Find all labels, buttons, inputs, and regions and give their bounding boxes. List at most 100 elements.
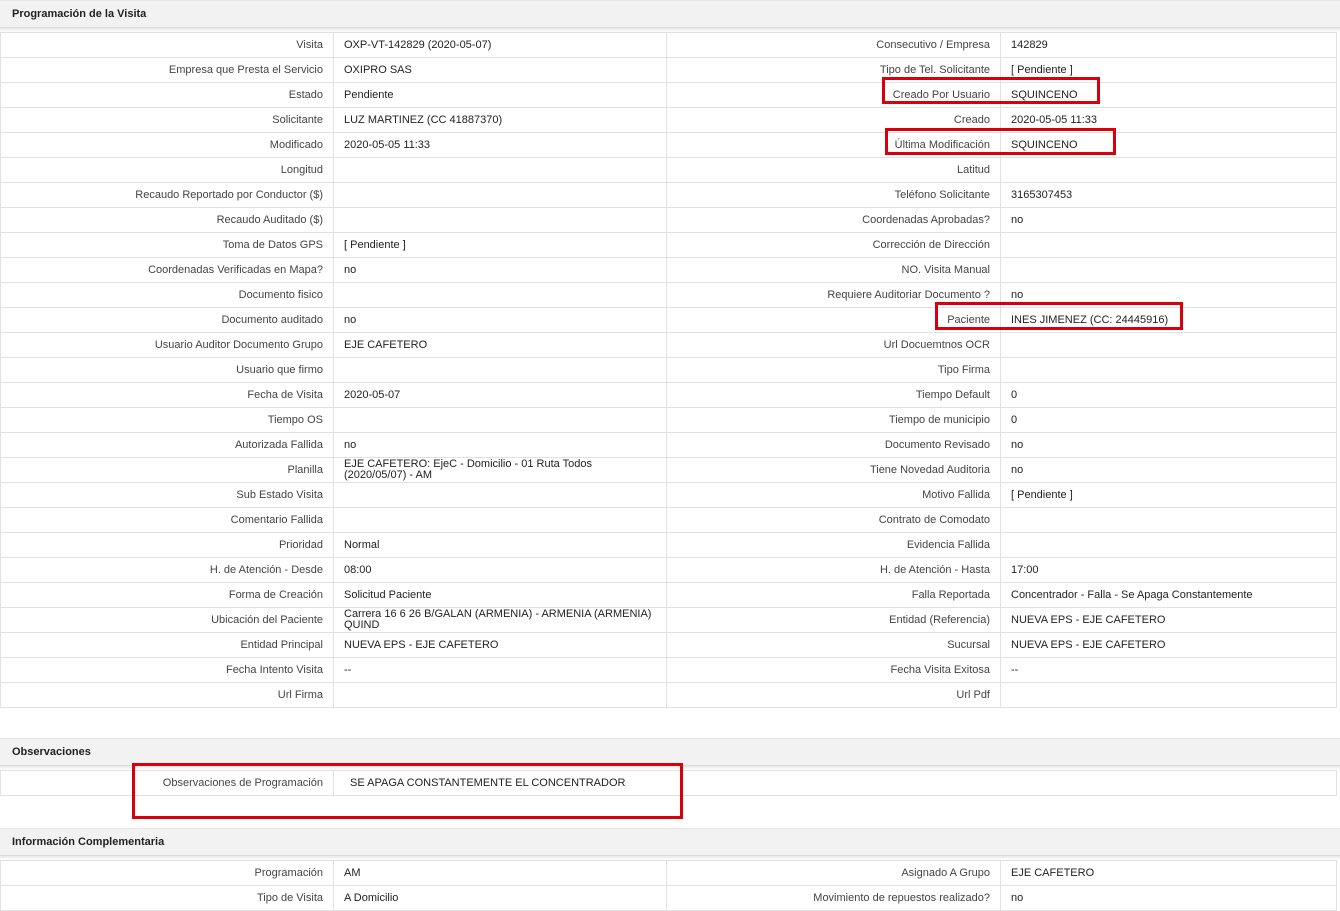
field-value: NUEVA EPS - EJE CAFETERO: [1000, 632, 1337, 658]
field-value: [1000, 357, 1337, 383]
field-value: SQUINCENO: [1000, 132, 1337, 158]
field-value: [333, 507, 667, 533]
table-row: Documento auditado no Paciente INES JIMENE…: [0, 307, 1337, 333]
field-value: OXP-VT-142829 (2020-05-07): [333, 32, 667, 58]
field-value: 2020-05-07: [333, 382, 667, 408]
field-value: [1000, 332, 1337, 358]
table-row: Recaudo Reportado por Conductor ($) Teléf…: [0, 182, 1337, 208]
table-row: Fecha Intento Visita -- Fecha Visita Exit…: [0, 657, 1337, 683]
observaciones-header: Observaciones: [0, 738, 1340, 766]
field-label: Tiene Novedad Auditoria: [666, 457, 1001, 483]
field-label: Url Docuemtnos OCR: [666, 332, 1001, 358]
table-row: Sub Estado Visita Motivo Fallida[ Pendien…: [0, 482, 1337, 508]
field-value: 0: [1000, 382, 1337, 408]
field-label: Url Pdf: [666, 682, 1001, 708]
table-row: Estado Pendiente Creado Por Usuario SQUINCE…: [0, 82, 1337, 108]
field-value: [333, 182, 667, 208]
field-value: no: [1000, 432, 1337, 458]
field-label: Requiere Auditoriar Documento ?: [666, 282, 1001, 308]
table-row: Coordenadas Verificadas en Mapa? no NO. V…: [0, 257, 1337, 283]
field-value: EJE CAFETERO: [333, 332, 667, 358]
table-row: Visita OXP-VT-142829 (2020-05-07) Consecut…: [0, 32, 1337, 58]
field-label: Coordenadas Verificadas en Mapa?: [0, 257, 334, 283]
field-label: Fecha de Visita: [0, 382, 334, 408]
field-label: H. de Atención - Hasta: [666, 557, 1001, 583]
field-label: Tiempo de municipio: [666, 407, 1001, 433]
field-label: Programación: [0, 860, 334, 886]
field-label: Prioridad: [0, 532, 334, 558]
field-label: Movimiento de repuestos realizado?: [666, 885, 1001, 911]
field-value: [1000, 507, 1337, 533]
field-label: Solicitante: [0, 107, 334, 133]
table-row: Entidad Principal NUEVA EPS - EJE CAFETER…: [0, 632, 1337, 658]
field-label: Consecutivo / Empresa: [666, 32, 1001, 58]
field-label: Coordenadas Aprobadas?: [666, 207, 1001, 233]
field-value: [1000, 532, 1337, 558]
field-label: Entidad Principal: [0, 632, 334, 658]
field-label: Tiempo Default: [666, 382, 1001, 408]
field-label: Url Firma: [0, 682, 334, 708]
field-label: Creado Por Usuario: [666, 82, 1001, 108]
field-label: Latitud: [666, 157, 1001, 183]
field-value: no: [333, 432, 667, 458]
field-label: Fecha Intento Visita: [0, 657, 334, 683]
field-label: Toma de Datos GPS: [0, 232, 334, 258]
field-label: Paciente: [666, 307, 1001, 333]
field-value: no: [333, 257, 667, 283]
field-value: no: [1000, 885, 1337, 911]
field-value: [1000, 682, 1337, 708]
field-value: OXIPRO SAS: [333, 57, 667, 83]
field-label: Entidad (Referencia): [666, 607, 1001, 633]
field-value: [333, 682, 667, 708]
field-value: AM: [333, 860, 667, 886]
field-label: Usuario Auditor Documento Grupo: [0, 332, 334, 358]
table-row: Prioridad Normal Evidencia Fallida: [0, 532, 1337, 558]
table-row: Toma de Datos GPS[ Pendiente ] Corrección…: [0, 232, 1337, 258]
field-value: --: [333, 657, 667, 683]
table-row: Fecha de Visita 2020-05-07 Tiempo Default…: [0, 382, 1337, 408]
field-label: Longitud: [0, 157, 334, 183]
field-label: Tiempo OS: [0, 407, 334, 433]
field-value: 142829: [1000, 32, 1337, 58]
field-value: no: [1000, 207, 1337, 233]
field-label: Sucursal: [666, 632, 1001, 658]
table-row: Observaciones de Programación SE APAGA C…: [0, 770, 1337, 796]
field-value: Concentrador - Falla - Se Apaga Constant…: [1000, 582, 1337, 608]
programacion-table: Visita OXP-VT-142829 (2020-05-07) Consecut…: [0, 32, 1337, 708]
field-label: Corrección de Dirección: [666, 232, 1001, 258]
field-label: Forma de Creación: [0, 582, 334, 608]
field-label: Estado: [0, 82, 334, 108]
table-row: Recaudo Auditado ($) Coordenadas Aprobada…: [0, 207, 1337, 233]
field-value: EJE CAFETERO: [1000, 860, 1337, 886]
field-label: Sub Estado Visita: [0, 482, 334, 508]
table-row: Solicitante LUZ MARTINEZ (CC 41887370) Cre…: [0, 107, 1337, 133]
field-value: [333, 357, 667, 383]
field-value: 17:00: [1000, 557, 1337, 583]
field-value: [ Pendiente ]: [1000, 57, 1337, 83]
table-row: H. de Atención - Desde 08:00 H. de Atenció…: [0, 557, 1337, 583]
field-label: Documento auditado: [0, 307, 334, 333]
table-row: Planilla EJE CAFETERO: EjeC - Domicilio -…: [0, 457, 1337, 483]
complementaria-table: Programación AM Asignado A Grupo EJE CAFETE…: [0, 860, 1337, 911]
field-label: Motivo Fallida: [666, 482, 1001, 508]
table-row: Usuario Auditor Documento Grupo EJE CAFET…: [0, 332, 1337, 358]
field-label: Creado: [666, 107, 1001, 133]
field-value: Solicitud Paciente: [333, 582, 667, 608]
table-row: Usuario que firmo Tipo Firma: [0, 357, 1337, 383]
field-value: Carrera 16 6 26 B/GALAN (ARMENIA) - ARME…: [333, 607, 667, 633]
field-label: Última Modificación: [666, 132, 1001, 158]
table-row: Autorizada Fallida no Documento Revisado …: [0, 432, 1337, 458]
field-label: Asignado A Grupo: [666, 860, 1001, 886]
field-value: EJE CAFETERO: EjeC - Domicilio - 01 Ruta…: [333, 457, 667, 483]
programacion-header: Programación de la Visita: [0, 0, 1340, 28]
field-label: Documento Revisado: [666, 432, 1001, 458]
field-value: [333, 207, 667, 233]
table-row: Longitud Latitud: [0, 157, 1337, 183]
observaciones-label: Observaciones de Programación: [0, 770, 334, 796]
table-row: Tiempo OS Tiempo de municipio 0: [0, 407, 1337, 433]
field-label: Fecha Visita Exitosa: [666, 657, 1001, 683]
field-value: NUEVA EPS - EJE CAFETERO: [333, 632, 667, 658]
field-value: [1000, 232, 1337, 258]
table-row: Programación AM Asignado A Grupo EJE CAFETE…: [0, 860, 1337, 886]
field-value: no: [333, 307, 667, 333]
